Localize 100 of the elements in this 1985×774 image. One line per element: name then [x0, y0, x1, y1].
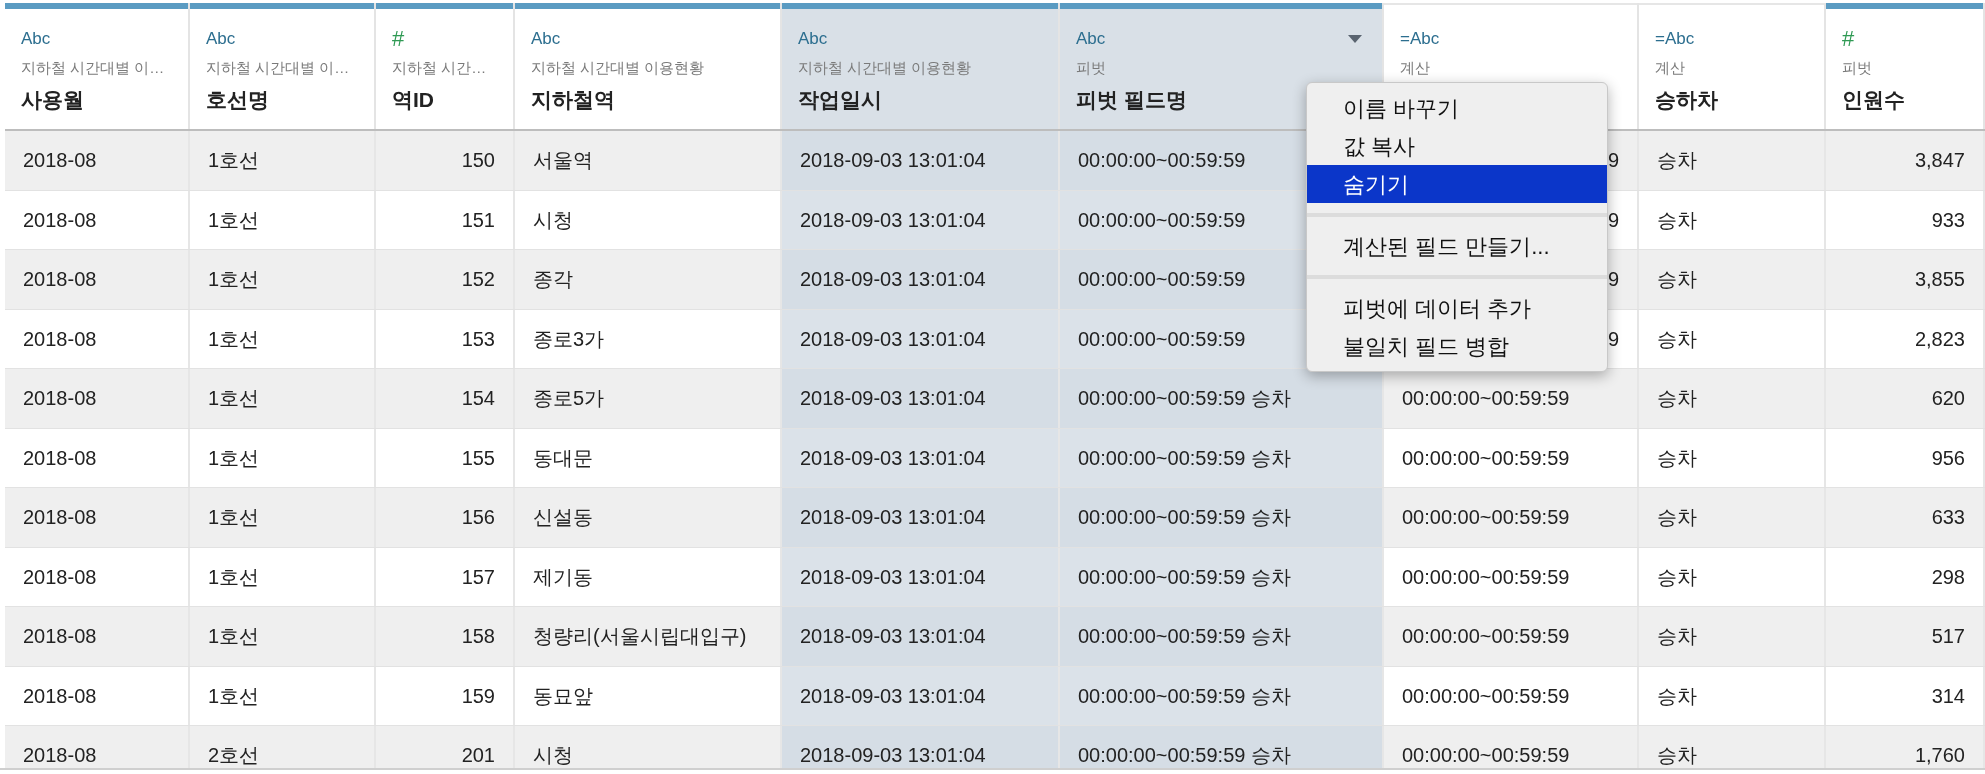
table-cell-text: 승차 [1657, 386, 1697, 412]
menu-item[interactable]: 계산된 필드 만들기... [1307, 227, 1607, 265]
table-cell-text: 2,823 [1914, 326, 1965, 352]
table-cell-text: 청량리(서울시립대입구) [533, 624, 747, 650]
field-source: 지하철 시간대별 이용현황 [531, 58, 706, 78]
table-cell-text: 3,847 [1914, 148, 1965, 174]
table-cell-text: 1호선 [208, 148, 260, 174]
field-type-label: # [1842, 29, 1855, 49]
field-type-label: Abc [206, 28, 236, 51]
table-cell-text: 제기동 [533, 564, 593, 590]
table-cell-text: 1호선 [208, 505, 260, 531]
table-cell-text: 00:00:00~00:59:59 [1402, 624, 1570, 650]
menu-item[interactable]: 불일치 필드 병합 [1307, 327, 1607, 365]
table-cell-text: 2018-08 [23, 683, 97, 709]
table-cell-text: 종각 [533, 267, 573, 293]
table-cell-text: 서울역 [533, 148, 593, 174]
table-cell-text: 1호선 [208, 564, 260, 590]
table-cell-text: 157 [461, 564, 495, 590]
table-cell-text: 00:00:00~00:59:59 [1402, 445, 1570, 471]
table-cell-text: 2018-08 [23, 267, 97, 293]
table-cell-text: 1호선 [208, 445, 260, 471]
table-cell-text: 9 [1607, 267, 1619, 293]
table-cell-text: 00:00:00~00:59:59 [1078, 267, 1246, 293]
table-cell-text: 00:00:00~00:59:59 승차 [1078, 445, 1291, 471]
field-name: 사용월 [21, 86, 85, 113]
table-cell-text: 00:00:00~00:59:59 [1402, 564, 1570, 590]
table-cell-text: 152 [461, 267, 495, 293]
table-cell-text: 2018-08 [23, 386, 97, 412]
table-cell-text: 2018-09-03 13:01:04 [800, 624, 986, 650]
table-cell-text: 00:00:00~00:59:59 승차 [1078, 743, 1291, 768]
table-cell-text: 956 [1931, 445, 1965, 471]
table-cell-text: 2018-08 [23, 445, 97, 471]
field-source: 계산 [1655, 58, 1686, 78]
table-cell-text: 620 [1931, 386, 1965, 412]
table-cell-text: 동대문 [533, 445, 593, 471]
table-cell-text: 1,760 [1914, 743, 1965, 768]
table-cell-text: 201 [461, 743, 495, 768]
dropdown-caret-icon[interactable] [1348, 35, 1362, 43]
table-cell-text: 승차 [1657, 683, 1697, 709]
table-cell-text: 2018-08 [23, 624, 97, 650]
table-cell-text: 종로3가 [533, 326, 605, 352]
table-cell-text: 517 [1931, 624, 1965, 650]
table-cell-text: 승차 [1657, 505, 1697, 531]
table-cell-text: 신설동 [533, 505, 593, 531]
table-cell-text: 2018-08 [23, 743, 97, 768]
table-cell-text: 2018-09-03 13:01:04 [800, 267, 986, 293]
menu-item[interactable]: 값 복사 [1307, 127, 1607, 165]
field-type-label: Abc [531, 28, 561, 51]
table-cell-text: 2018-09-03 13:01:04 [800, 148, 986, 174]
table-cell-text: 00:00:00~00:59:59 승차 [1078, 624, 1291, 650]
table-cell-text: 00:00:00~00:59:59 [1402, 505, 1570, 531]
field-source: 피벗 [1076, 58, 1107, 78]
field-source: 지하철 시간대별 이… [206, 58, 351, 78]
table-cell-text: 159 [461, 683, 495, 709]
table-cell-text: 1호선 [208, 683, 260, 709]
field-source: 지하철 시간… [392, 58, 488, 78]
field-type-label: Abc [1076, 28, 1106, 51]
table-cell-text: 158 [461, 624, 495, 650]
menu-item[interactable]: 숨기기 [1307, 165, 1607, 203]
table-cell-text: 승차 [1657, 445, 1697, 471]
menu-item[interactable]: 피벗에 데이터 추가 [1307, 289, 1607, 327]
table-cell-text: 종로5가 [533, 386, 605, 412]
table-cell-text: 2018-09-03 13:01:04 [800, 564, 986, 590]
table-cell-text: 00:00:00~00:59:59 [1078, 207, 1246, 233]
table-cell-text: 승차 [1657, 148, 1697, 174]
table-cell-text: 2018-08 [23, 148, 97, 174]
table-cell-text: 298 [1931, 564, 1965, 590]
table-cell-text: 2018-09-03 13:01:04 [800, 743, 986, 768]
table-cell-text: 2018-09-03 13:01:04 [800, 326, 986, 352]
field-type-label: =Abc [1655, 28, 1695, 51]
table-cell-text: 633 [1931, 505, 1965, 531]
table-cell-text: 시청 [533, 207, 573, 233]
table-cell-text: 승차 [1657, 267, 1697, 293]
table-cell-text: 2호선 [208, 743, 260, 768]
field-type-label: Abc [798, 28, 828, 51]
table-cell-text: 154 [461, 386, 495, 412]
table-cell-text: 00:00:00~00:59:59 [1402, 743, 1570, 768]
table-cell-text: 2018-09-03 13:01:04 [800, 445, 986, 471]
table-cell-text: 2018-09-03 13:01:04 [800, 386, 986, 412]
field-name: 지하철역 [531, 86, 616, 113]
table-cell-text: 00:00:00~00:59:59 승차 [1078, 564, 1291, 590]
table-cell-text: 933 [1931, 207, 1965, 233]
table-cell-text: 승차 [1657, 624, 1697, 650]
table-cell-text: 2018-09-03 13:01:04 [800, 505, 986, 531]
table-cell-text: 2018-09-03 13:01:04 [800, 207, 986, 233]
field-source: 피벗 [1842, 58, 1873, 78]
field-source: 계산 [1400, 58, 1431, 78]
table-cell-text: 00:00:00~00:59:59 승차 [1078, 386, 1291, 412]
menu-item[interactable]: 이름 바꾸기 [1307, 89, 1607, 127]
field-type-label: # [392, 29, 405, 49]
field-name: 역ID [392, 86, 435, 113]
table-cell-text: 9 [1607, 207, 1619, 233]
table-cell-text: 00:00:00~00:59:59 [1078, 326, 1246, 352]
field-name: 호선명 [206, 86, 270, 113]
table-cell-text: 1호선 [208, 624, 260, 650]
table-cell-text: 1호선 [208, 326, 260, 352]
table-cell-text: 00:00:00~00:59:59 승차 [1078, 505, 1291, 531]
table-cell-text: 156 [461, 505, 495, 531]
table-cell-text: 151 [461, 207, 495, 233]
table-cell-text: 2018-08 [23, 326, 97, 352]
